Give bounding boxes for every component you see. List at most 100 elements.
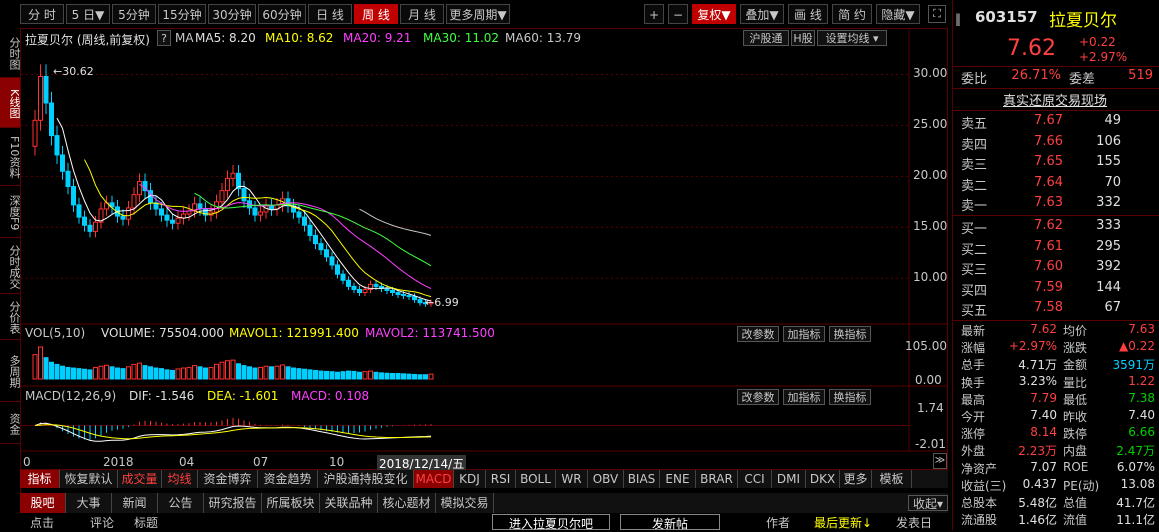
- indicator-tab-17[interactable]: DMI: [772, 470, 806, 488]
- order-row[interactable]: 卖三 7.65 155: [953, 154, 1159, 173]
- macd-add-indicator-button[interactable]: 加指标: [783, 389, 825, 405]
- indicator-tab-7[interactable]: MACD: [414, 470, 454, 488]
- news-tab-7[interactable]: 核心题材: [378, 493, 436, 513]
- candle-body-26: [175, 217, 181, 224]
- indicator-tab-15[interactable]: BRAR: [696, 470, 738, 488]
- candle-body-56: [340, 273, 346, 281]
- period-button-5[interactable]: 60分钟: [258, 4, 306, 24]
- new-post-button[interactable]: 发新帖: [620, 514, 720, 531]
- indicator-tab-19[interactable]: 更多: [840, 470, 872, 488]
- vol-axis-bottom: 0.00: [915, 373, 942, 387]
- real-trade-link[interactable]: 真实还原交易现场: [1003, 90, 1107, 109]
- indicator-tab-14[interactable]: ENE: [660, 470, 696, 488]
- toolbar-right-button-4[interactable]: 画 线: [788, 4, 828, 24]
- period-button-1[interactable]: 5 日▼: [66, 4, 110, 24]
- vol-bar-8: [76, 368, 82, 380]
- indicator-tab-0[interactable]: 指标: [20, 470, 60, 488]
- indicator-tab-10[interactable]: BOLL: [516, 470, 556, 488]
- indicator-tab-2[interactable]: 成交量: [118, 470, 162, 488]
- order-row[interactable]: 买三 7.60 392: [953, 259, 1159, 278]
- period-button-4[interactable]: 30分钟: [208, 4, 256, 24]
- period-button-8[interactable]: 月 线: [400, 4, 444, 24]
- left-nav-tab-2[interactable]: F10资料: [0, 128, 21, 186]
- col-latest[interactable]: 最后更新↓: [814, 514, 872, 531]
- indicator-tab-20[interactable]: 模板: [872, 470, 912, 488]
- candle-body-34: [219, 190, 225, 203]
- period-button-2[interactable]: 5分钟: [112, 4, 156, 24]
- news-tab-8[interactable]: 模拟交易: [436, 493, 494, 513]
- order-row[interactable]: 卖一 7.63 332: [953, 195, 1159, 214]
- period-button-7[interactable]: 周 线: [354, 4, 398, 24]
- left-nav-tab-3[interactable]: 深度F9: [0, 186, 21, 238]
- indicator-tab-1[interactable]: 恢复默认: [60, 470, 118, 488]
- order-row[interactable]: 买一 7.62 333: [953, 218, 1159, 237]
- toolbar-right-button-2[interactable]: 复权▼: [692, 4, 736, 24]
- order-row[interactable]: 卖五 7.67 49: [953, 113, 1159, 132]
- order-row[interactable]: 买二 7.61 295: [953, 239, 1159, 258]
- left-nav-tab-4[interactable]: 分时成交: [0, 238, 21, 294]
- col-author[interactable]: 作者: [766, 514, 790, 531]
- vol-change-param-button[interactable]: 改参数: [737, 326, 779, 342]
- indicator-tab-9[interactable]: RSI: [486, 470, 516, 488]
- vol-bar-32: [208, 366, 214, 380]
- collapse-icon[interactable]: ‖: [955, 12, 961, 26]
- enter-forum-button[interactable]: 进入拉夏贝尔吧: [492, 514, 610, 531]
- indicator-tab-8[interactable]: KDJ: [454, 470, 486, 488]
- indicator-tab-16[interactable]: CCI: [738, 470, 772, 488]
- col-clicks[interactable]: 点击: [30, 514, 54, 531]
- left-nav-tab-7[interactable]: 资金: [0, 402, 21, 444]
- news-tab-6[interactable]: 关联品种: [320, 493, 378, 513]
- collapse-button[interactable]: 收起▾: [908, 495, 948, 511]
- toolbar-right-button-3[interactable]: 叠加▼: [740, 4, 784, 24]
- scroll-right-icon[interactable]: ≫: [933, 453, 947, 469]
- vol-add-indicator-button[interactable]: 加指标: [783, 326, 825, 342]
- stat-value-right: 3591万: [1112, 358, 1155, 373]
- stat-label-left: 换手: [961, 375, 986, 390]
- order-row[interactable]: 卖四 7.66 106: [953, 134, 1159, 153]
- news-tab-1[interactable]: 大事: [66, 493, 112, 513]
- vol-bar-49: [302, 368, 307, 380]
- indicator-tab-11[interactable]: WR: [556, 470, 588, 488]
- news-tab-0[interactable]: 股吧: [20, 493, 66, 513]
- candle-body-60: [362, 288, 368, 294]
- indicator-tab-18[interactable]: DKX: [806, 470, 840, 488]
- order-row[interactable]: 买五 7.58 67: [953, 300, 1159, 319]
- candle-body-30: [197, 203, 203, 210]
- vol-bar-13: [104, 364, 109, 380]
- period-button-0[interactable]: 分 时: [20, 4, 64, 24]
- indicator-tab-6[interactable]: 沪股通持股变化: [318, 470, 414, 488]
- maximize-icon[interactable]: ⛶: [928, 5, 946, 23]
- period-button-9[interactable]: 更多周期▼: [446, 4, 510, 24]
- macd-switch-indicator-button[interactable]: 换指标: [829, 389, 871, 405]
- indicator-tab-12[interactable]: OBV: [588, 470, 624, 488]
- news-tab-5[interactable]: 所属板块: [262, 493, 320, 513]
- col-title[interactable]: 标题: [134, 514, 158, 531]
- toolbar-right-button-0[interactable]: +: [644, 4, 664, 24]
- stat-label-right: 涨跌: [1063, 341, 1088, 356]
- col-time[interactable]: 发表日: [896, 514, 932, 531]
- period-button-3[interactable]: 15分钟: [158, 4, 206, 24]
- toolbar-right-button-5[interactable]: 简 约: [832, 4, 872, 24]
- left-nav-tab-0[interactable]: 分时图: [0, 28, 21, 78]
- period-button-6[interactable]: 日 线: [308, 4, 352, 24]
- left-nav-tab-1[interactable]: K线图: [0, 78, 21, 128]
- indicator-tab-3[interactable]: 均线: [162, 470, 198, 488]
- toolbar-right-button-6[interactable]: 隐藏▼: [876, 4, 920, 24]
- order-row[interactable]: 卖二 7.64 70: [953, 175, 1159, 194]
- news-tab-2[interactable]: 新闻: [112, 493, 158, 513]
- indicator-tab-13[interactable]: BIAS: [624, 470, 660, 488]
- price-high-value: 30.62: [62, 65, 94, 78]
- toolbar-right-button-1[interactable]: −: [668, 4, 688, 24]
- chart-area[interactable]: 拉夏贝尔 (周线,前复权) ? MA MA5: 8.20 MA10: 8.62 …: [20, 28, 948, 472]
- left-nav-tab-5[interactable]: 分价表: [0, 294, 21, 340]
- vol-bar-5: [60, 365, 65, 380]
- macd-change-param-button[interactable]: 改参数: [737, 389, 779, 405]
- left-nav-tab-6[interactable]: 多周期: [0, 340, 21, 402]
- indicator-tab-4[interactable]: 资金博弈: [198, 470, 258, 488]
- col-comments[interactable]: 评论: [90, 514, 114, 531]
- order-row[interactable]: 买四 7.59 144: [953, 280, 1159, 299]
- news-tab-4[interactable]: 研究报告: [204, 493, 262, 513]
- vol-switch-indicator-button[interactable]: 换指标: [829, 326, 871, 342]
- indicator-tab-5[interactable]: 资金趋势: [258, 470, 318, 488]
- news-tab-3[interactable]: 公告: [158, 493, 204, 513]
